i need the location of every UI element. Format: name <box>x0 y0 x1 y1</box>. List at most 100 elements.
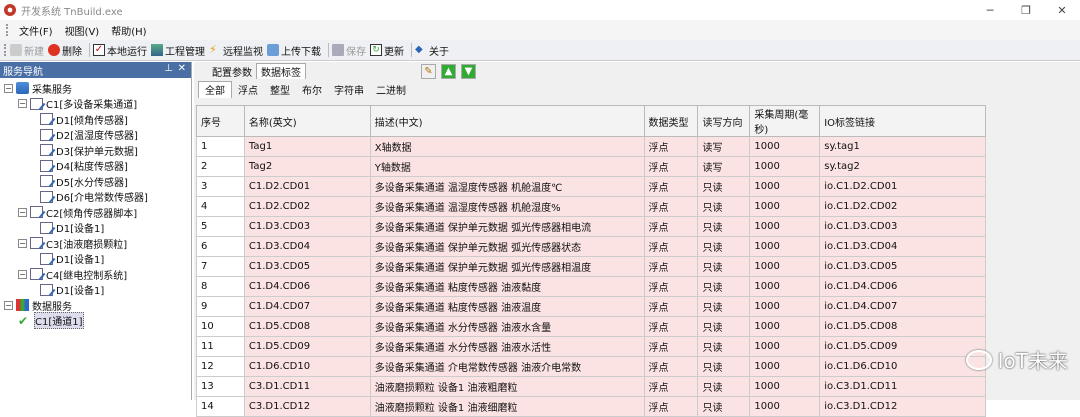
table-row[interactable]: 2 Tag2 Y轴数据 浮点 读写 1000 sy.tag2 <box>196 156 986 177</box>
column-header[interactable]: 采集周期(毫秒) <box>749 105 821 137</box>
collapse-icon[interactable]: − <box>18 99 27 108</box>
table-cell[interactable]: 1000 <box>749 136 821 157</box>
tree-node[interactable]: D3[保护单元数据] <box>40 142 138 158</box>
table-cell[interactable]: C1.D3.CD05 <box>243 256 371 277</box>
table-cell[interactable]: 多设备采集通道 温湿度传感器 机舱温度℃ <box>369 176 645 197</box>
table-cell[interactable]: 8 <box>196 276 245 297</box>
run-button[interactable]: ✓ 本地运行 <box>93 43 147 58</box>
table-cell[interactable]: 只读 <box>697 356 751 377</box>
table-cell[interactable]: 1000 <box>749 156 821 177</box>
table-row[interactable]: 10 C1.D5.CD08 多设备采集通道 水分传感器 油液水含量 浮点 只读 1000 i… <box>196 316 986 337</box>
table-cell[interactable]: Tag2 <box>243 156 371 177</box>
column-header[interactable]: 描述(中文) <box>369 105 645 137</box>
table-cell[interactable]: 浮点 <box>643 256 699 277</box>
tree-node[interactable]: D6[介电常数传感器] <box>40 189 148 205</box>
table-cell[interactable]: io.C1.D3.CD04 <box>819 236 986 257</box>
table-cell[interactable]: C3.D1.CD11 <box>243 376 371 397</box>
collapse-icon[interactable]: − <box>4 83 13 93</box>
table-cell[interactable]: 浮点 <box>643 236 699 257</box>
table-cell[interactable]: io.C3.D1.CD11 <box>819 376 986 397</box>
table-cell[interactable]: io.C1.D5.CD08 <box>819 316 986 337</box>
table-cell[interactable]: 只读 <box>697 296 751 317</box>
table-cell[interactable]: 5 <box>196 216 245 237</box>
column-header[interactable]: 数据类型 <box>643 105 699 137</box>
table-cell[interactable]: 1000 <box>749 356 821 377</box>
table-cell[interactable]: io.C1.D3.CD03 <box>819 216 986 237</box>
tree-node[interactable]: D5[水分传感器] <box>40 173 128 189</box>
table-cell[interactable]: C1.D5.CD08 <box>243 316 371 337</box>
table-cell[interactable]: 浮点 <box>643 276 699 297</box>
table-cell[interactable]: 只读 <box>697 176 751 197</box>
maximize-button[interactable]: ❐ <box>1008 0 1044 20</box>
table-cell[interactable]: 1000 <box>749 176 821 197</box>
table-row[interactable]: 6 C1.D3.CD04 多设备采集通道 保护单元数据 弧光传感器状态 浮点 只读 100… <box>196 236 986 257</box>
table-cell[interactable]: 1000 <box>749 296 821 317</box>
table-cell[interactable]: Y轴数据 <box>369 156 645 177</box>
table-cell[interactable]: 7 <box>196 256 245 277</box>
table-cell[interactable]: 浮点 <box>643 176 699 197</box>
table-cell[interactable]: C1.D3.CD03 <box>243 216 371 237</box>
table-cell[interactable]: 3 <box>196 176 245 197</box>
about-button[interactable]: ◆ 关于 <box>415 43 449 58</box>
table-cell[interactable]: 浮点 <box>643 336 699 357</box>
table-cell[interactable]: io.C1.D3.CD05 <box>819 256 986 277</box>
table-cell[interactable]: 1000 <box>749 276 821 297</box>
table-cell[interactable]: Tag1 <box>243 136 371 157</box>
table-cell[interactable]: 1000 <box>749 236 821 257</box>
table-cell[interactable]: 2 <box>196 156 245 177</box>
arrow-down-icon[interactable]: ▼ <box>461 63 476 79</box>
new-button[interactable]: 新建 <box>10 43 44 58</box>
table-cell[interactable]: 浮点 <box>643 216 699 237</box>
table-cell[interactable]: 多设备采集通道 水分传感器 油液水活性 <box>369 336 645 357</box>
minimize-button[interactable]: ─ <box>972 0 1008 20</box>
tab-boolean[interactable]: 布尔 <box>296 81 328 98</box>
table-cell[interactable]: 多设备采集通道 粘度传感器 油液温度 <box>369 296 645 317</box>
table-row[interactable]: 4 C1.D2.CD02 多设备采集通道 温湿度传感器 机舱湿度% 浮点 只读 1000 i… <box>196 196 986 217</box>
table-cell[interactable]: 多设备采集通道 温湿度传感器 机舱湿度% <box>369 196 645 217</box>
table-cell[interactable]: 1000 <box>749 256 821 277</box>
table-cell[interactable]: 只读 <box>697 216 751 237</box>
collapse-icon[interactable]: − <box>4 300 13 310</box>
table-cell[interactable]: 浮点 <box>643 316 699 337</box>
table-cell[interactable]: C1.D6.CD10 <box>243 356 371 377</box>
tree-node[interactable]: − C2[倾角传感器脚本] <box>18 204 137 220</box>
table-cell[interactable]: 1000 <box>749 336 821 357</box>
collapse-icon[interactable]: − <box>18 207 27 217</box>
tree-node[interactable]: D2[温湿度传感器] <box>40 127 138 143</box>
tab-config-params[interactable]: 配置参数 <box>208 63 256 79</box>
table-cell[interactable]: 只读 <box>697 236 751 257</box>
tree-node[interactable]: D1[倾角传感器] <box>40 111 128 127</box>
tab-integer[interactable]: 整型 <box>264 81 296 98</box>
table-cell[interactable]: 油液磨损颗粒 设备1 油液粗磨粒 <box>369 376 645 397</box>
table-cell[interactable]: 多设备采集通道 保护单元数据 弧光传感器相电流 <box>369 216 645 237</box>
tree-node[interactable]: − 数据服务 <box>4 297 72 313</box>
menu-file[interactable]: 文件(F) <box>13 23 59 38</box>
table-cell[interactable]: 6 <box>196 236 245 257</box>
table-cell[interactable]: 只读 <box>697 376 751 397</box>
table-cell[interactable]: 11 <box>196 336 245 357</box>
tree-node[interactable]: − 采集服务 <box>4 80 72 96</box>
column-header[interactable]: 读写方向 <box>697 105 751 137</box>
upload-button[interactable]: 上传下载 <box>267 43 321 58</box>
menu-help[interactable]: 帮助(H) <box>105 23 152 38</box>
table-row[interactable]: 11 C1.D5.CD09 多设备采集通道 水分传感器 油液水活性 浮点 只读 1000 i… <box>196 336 986 357</box>
table-row[interactable]: 8 C1.D4.CD06 多设备采集通道 粘度传感器 油液黏度 浮点 只读 1000 io.… <box>196 276 986 297</box>
table-cell[interactable]: io.C1.D5.CD09 <box>819 336 986 357</box>
table-row[interactable]: 1 Tag1 X轴数据 浮点 读写 1000 sy.tag1 <box>196 136 986 157</box>
close-button[interactable]: ✕ <box>1044 0 1080 20</box>
table-cell[interactable]: io.C1.D6.CD10 <box>819 356 986 377</box>
project-button[interactable]: 工程管理 <box>151 43 205 58</box>
table-row[interactable]: 7 C1.D3.CD05 多设备采集通道 保护单元数据 弧光传感器相温度 浮点 只读 10… <box>196 256 986 277</box>
table-cell[interactable]: 读写 <box>697 156 751 177</box>
table-cell[interactable]: 9 <box>196 296 245 317</box>
tree-node[interactable]: ✔ C1[通道1] <box>18 312 84 329</box>
table-cell[interactable]: io.C1.D4.CD07 <box>819 296 986 317</box>
pin-icon[interactable]: ⊥ <box>164 63 173 74</box>
collapse-icon[interactable]: − <box>18 238 27 248</box>
table-cell[interactable]: 多设备采集通道 介电常数传感器 油液介电常数 <box>369 356 645 377</box>
table-cell[interactable]: 多设备采集通道 保护单元数据 弧光传感器相温度 <box>369 256 645 277</box>
table-row[interactable]: 5 C1.D3.CD03 多设备采集通道 保护单元数据 弧光传感器相电流 浮点 只读 10… <box>196 216 986 237</box>
table-cell[interactable]: 1 <box>196 136 245 157</box>
table-cell[interactable]: sy.tag2 <box>819 156 986 177</box>
table-cell[interactable]: io.C1.D2.CD02 <box>819 196 986 217</box>
